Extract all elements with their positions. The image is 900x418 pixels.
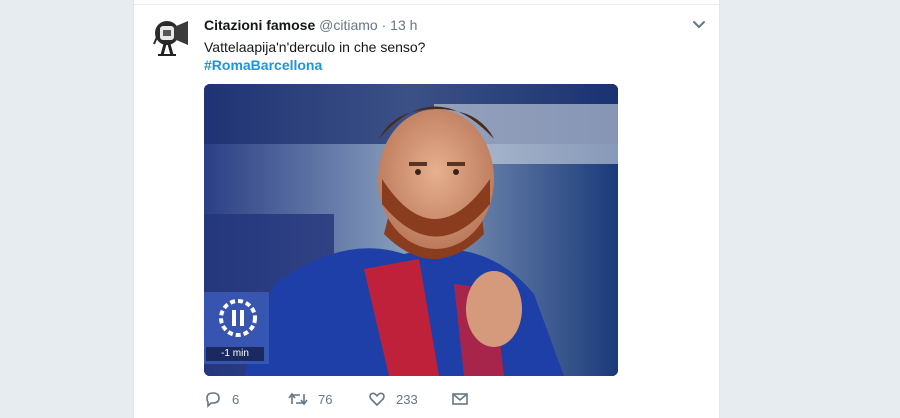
more-options-button[interactable] <box>691 18 707 32</box>
avatar[interactable] <box>152 17 192 61</box>
chevron-down-icon <box>693 21 705 29</box>
direct-message-button[interactable] <box>451 388 469 410</box>
tweet-card[interactable]: Citazioni famose @citiamo · 13 h Vattela… <box>133 0 720 418</box>
tweet-actions: 6 76 233 <box>204 388 604 410</box>
timestamp[interactable]: 13 h <box>390 17 417 33</box>
reply-icon <box>206 392 220 408</box>
pause-icon[interactable] <box>216 296 260 340</box>
envelope-icon <box>452 393 468 405</box>
tweet-text: Vattelaapija'n'derculo in che senso? <box>204 39 426 55</box>
scoreboard-time: -1 min <box>206 347 264 361</box>
retweet-button[interactable]: 76 <box>288 388 332 410</box>
heart-icon <box>369 392 385 406</box>
hashtag-link[interactable]: #RomaBarcellona <box>204 56 322 74</box>
separator: · <box>381 17 387 33</box>
tweet-image[interactable]: -1 min <box>204 84 618 376</box>
tweet-header: Citazioni famose @citiamo · 13 h <box>204 16 417 34</box>
retweet-icon <box>288 392 308 406</box>
photo-player <box>204 84 618 376</box>
reply-button[interactable]: 6 <box>204 388 239 410</box>
author-name[interactable]: Citazioni famose <box>204 17 315 33</box>
megaphone-avatar-icon <box>153 21 188 56</box>
like-button[interactable]: 233 <box>368 388 418 410</box>
divider <box>134 4 719 5</box>
author-handle[interactable]: @citiamo <box>319 17 378 33</box>
reply-count: 6 <box>232 391 240 407</box>
retweet-count: 76 <box>318 391 333 407</box>
like-count: 233 <box>396 391 418 407</box>
